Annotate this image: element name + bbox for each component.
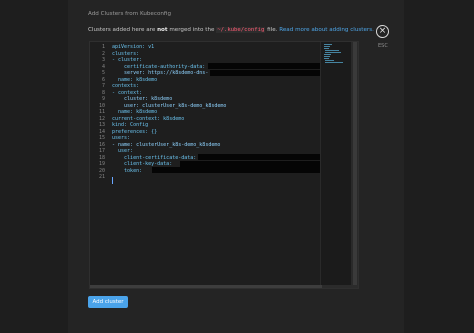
code-line: preferences: {} — [112, 128, 158, 135]
code-line: clusters: — [112, 50, 140, 57]
code-line: user: — [112, 148, 134, 154]
line-number: 1 — [101, 44, 105, 50]
line-number: 18 — [98, 154, 105, 161]
horizontal-scrollbar-thumb[interactable] — [90, 285, 322, 288]
code-line: - context: — [112, 89, 143, 96]
line-number: 6 — [101, 76, 105, 83]
line-number: 2 — [101, 50, 105, 57]
right-backdrop — [404, 0, 474, 333]
redacted-token — [152, 167, 320, 173]
line-number: 14 — [98, 128, 105, 135]
text-cursor — [112, 177, 113, 184]
code-line: contexts: — [112, 83, 140, 89]
line-number: 12 — [98, 115, 105, 122]
line-number: 3 — [101, 57, 105, 63]
code-line: current-context: k8sdemo — [112, 115, 185, 122]
line-number-gutter: 1 2 3 4 5 6 7 8 9 10 11 12 13 14 15 16 1… — [90, 42, 110, 288]
line-number: 15 — [98, 135, 105, 141]
notice-prefix: Clusters added here are — [88, 27, 158, 33]
code-line: name: k8sdemo — [112, 76, 158, 83]
notice-suffix: file. — [265, 27, 280, 33]
code-line: kind: Config — [112, 122, 149, 128]
vertical-scrollbar[interactable] — [351, 42, 358, 288]
notice-middle: merged into the — [167, 27, 217, 33]
line-number: 4 — [101, 63, 105, 70]
line-number: 7 — [101, 83, 105, 89]
redacted-client-certificate — [198, 154, 320, 160]
code-line: users: — [112, 135, 131, 141]
editor-minimap[interactable] — [320, 42, 352, 288]
redacted-server-url — [210, 69, 320, 76]
left-backdrop — [0, 0, 68, 333]
code-line: token: — [112, 167, 143, 174]
read-more-link[interactable]: Read more about adding clusters. — [279, 27, 374, 33]
line-number: 20 — [98, 167, 105, 174]
line-number: 17 — [98, 148, 105, 154]
code-line: user: clusterUser_k8s-demo_k8sdemo — [112, 102, 227, 109]
merge-notice: Clusters added here are not merged into … — [88, 27, 374, 33]
code-line: certificate-authority-data: — [112, 63, 206, 70]
kube-config-path: ~/.kube/config — [216, 27, 266, 33]
add-cluster-button[interactable]: Add cluster — [88, 296, 128, 308]
code-line: - cluster: — [112, 57, 143, 63]
line-number: 10 — [98, 102, 105, 109]
esc-label: ESC — [378, 43, 388, 49]
code-line: server: https://k8sdemo-dns- — [112, 70, 209, 76]
line-number: 11 — [98, 109, 105, 115]
close-icon[interactable]: × — [376, 25, 389, 38]
line-number: 21 — [98, 174, 105, 180]
redacted-client-key — [180, 160, 320, 167]
horizontal-scrollbar[interactable] — [90, 285, 358, 288]
line-number: 19 — [98, 161, 105, 167]
line-number: 8 — [101, 89, 105, 96]
dialog-title: Add Clusters from Kubeconfig — [88, 11, 171, 17]
code-line: apiVersion: v1 — [112, 44, 155, 50]
line-number: 16 — [98, 141, 105, 148]
redacted-certificate-authority — [208, 63, 320, 69]
code-line: - name: clusterUser_k8s-demo_k8sdemo — [112, 141, 221, 148]
code-line: cluster: k8sdemo — [112, 96, 173, 102]
line-number: 9 — [101, 96, 105, 102]
line-number: 13 — [98, 122, 105, 128]
line-number: 5 — [101, 70, 105, 76]
vertical-scrollbar-thumb[interactable] — [353, 42, 357, 288]
code-line: name: k8sdemo — [112, 109, 158, 115]
kubeconfig-editor[interactable]: 1 2 3 4 5 6 7 8 9 10 11 12 13 14 15 16 1… — [89, 41, 359, 289]
notice-emphasis: not — [157, 27, 168, 33]
